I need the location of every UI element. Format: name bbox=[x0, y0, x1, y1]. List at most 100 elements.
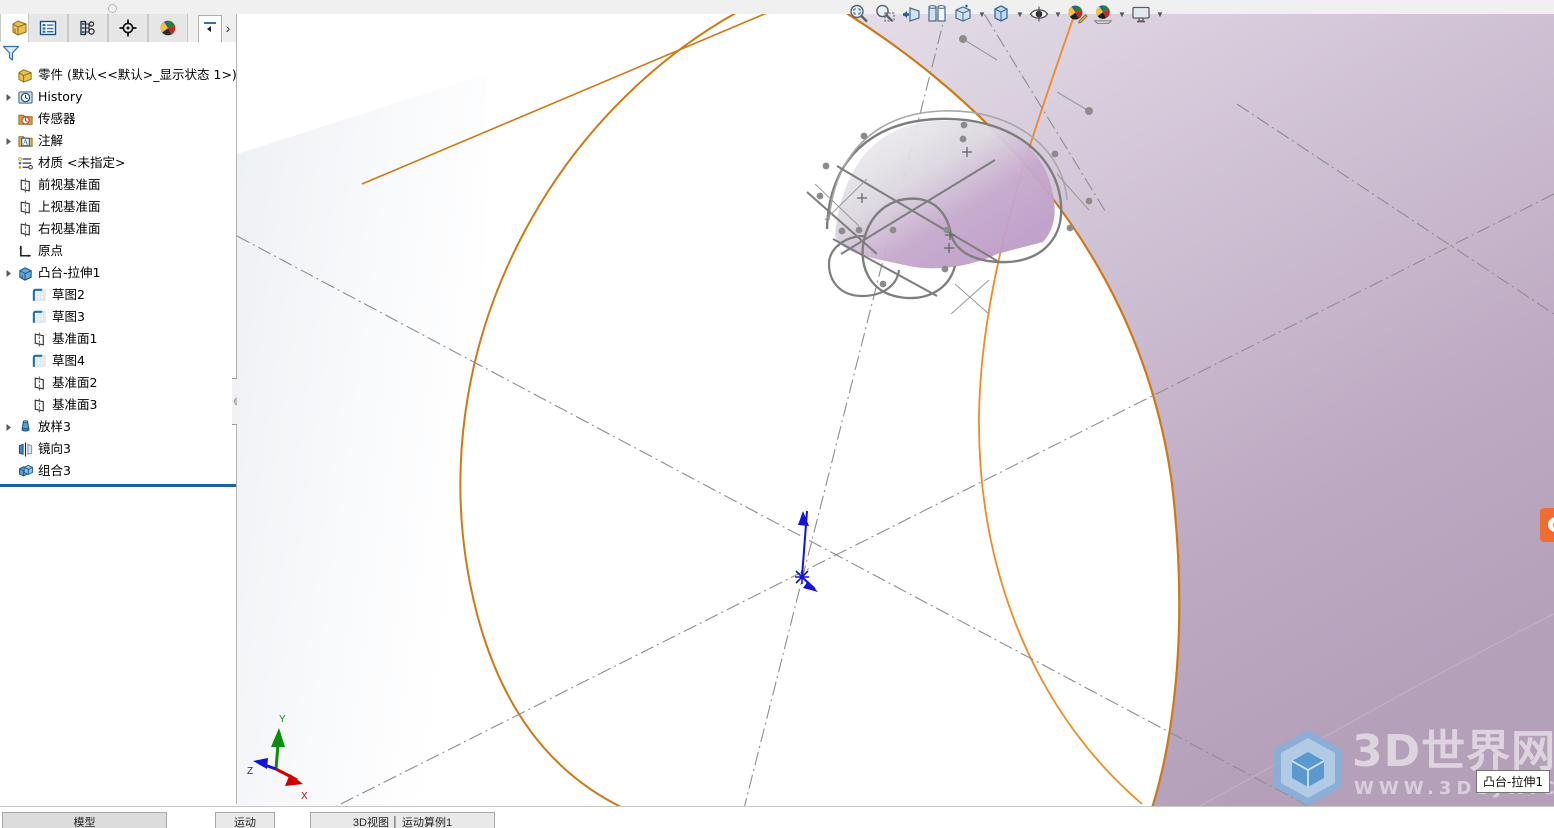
tree-arrow-placeholder bbox=[16, 350, 30, 372]
tree-item[interactable]: 基准面2 bbox=[0, 372, 236, 394]
boss-extrude-icon bbox=[16, 264, 34, 282]
tree-item[interactable]: History bbox=[0, 86, 236, 108]
tree-item-label: 基准面1 bbox=[52, 331, 98, 346]
edit-appearance-button[interactable] bbox=[1064, 1, 1090, 27]
property-manager-tab[interactable] bbox=[28, 14, 68, 42]
previous-view-icon bbox=[903, 7, 920, 22]
tree-item[interactable]: 组合3 bbox=[0, 460, 236, 482]
display-style-icon bbox=[994, 5, 1008, 22]
partial-edge-icon[interactable] bbox=[1540, 508, 1554, 542]
tab-3dviews[interactable]: 3D视图 │ 运动算例1 bbox=[310, 812, 495, 828]
property-list-icon bbox=[39, 20, 57, 36]
view-orientation-button[interactable] bbox=[950, 1, 976, 27]
tree-arrow-placeholder bbox=[16, 328, 30, 350]
view-heads-up-toolbar[interactable]: ▼ ▼ ▼ ▼ ▼ bbox=[846, 0, 1166, 28]
tree-item-label: 基准面3 bbox=[52, 397, 98, 412]
panel-tab-scroll-left-button[interactable] bbox=[198, 15, 222, 43]
section-view-icon bbox=[928, 5, 946, 22]
loft-icon bbox=[16, 418, 34, 436]
tree-item[interactable]: 镜向3 bbox=[0, 438, 236, 460]
plane-icon bbox=[30, 396, 48, 414]
tree-item-label: 草图2 bbox=[52, 287, 85, 302]
tree-item[interactable]: 上视基准面 bbox=[0, 196, 236, 218]
feature-tooltip: 凸台-拉伸1 bbox=[1476, 770, 1550, 793]
tree-item-label: 右视基准面 bbox=[38, 221, 101, 236]
tree-expand-arrow-icon[interactable] bbox=[2, 86, 16, 108]
tree-expand-arrow-icon[interactable] bbox=[2, 130, 16, 152]
apply-scene-caret[interactable]: ▼ bbox=[1116, 1, 1128, 27]
tree-item-label: History bbox=[38, 89, 83, 104]
tree-item[interactable]: 放样3 bbox=[0, 416, 236, 438]
display-style-button[interactable] bbox=[988, 1, 1014, 27]
tree-root-part[interactable]: 零件 (默认<<默认>_显示状态 1>) bbox=[0, 64, 236, 86]
viewport-monitor-icon bbox=[1132, 6, 1150, 23]
configuration-icon bbox=[80, 20, 95, 36]
collapse-dot-icon[interactable] bbox=[108, 4, 117, 13]
tree-root-label: 零件 (默认<<默认>_显示状态 1>) bbox=[38, 67, 236, 82]
tree-item[interactable]: 草图3 bbox=[0, 306, 236, 328]
feature-tree[interactable]: 零件 (默认<<默认>_显示状态 1>) History 传感器 A 注解材质 <未指… bbox=[0, 64, 236, 482]
zoom-to-area-button[interactable] bbox=[872, 1, 898, 27]
feature-filter-bar[interactable] bbox=[0, 42, 236, 65]
model-canvas: Y X Z bbox=[237, 14, 1554, 806]
previous-view-button[interactable] bbox=[898, 1, 924, 27]
tree-arrow-placeholder bbox=[2, 152, 16, 174]
tree-arrow-placeholder bbox=[2, 174, 16, 196]
tree-item-label: 凸台-拉伸1 bbox=[38, 265, 101, 280]
configuration-manager-tab[interactable] bbox=[68, 14, 108, 42]
hide-show-caret[interactable]: ▼ bbox=[1052, 1, 1064, 27]
tree-item[interactable]: 草图2 bbox=[0, 284, 236, 306]
tree-item[interactable]: 草图4 bbox=[0, 350, 236, 372]
combine-icon bbox=[16, 462, 34, 480]
tree-item-label: 草图4 bbox=[52, 353, 85, 368]
tree-expand-arrow-icon[interactable] bbox=[2, 416, 16, 438]
tab-motion[interactable]: 运动 bbox=[215, 812, 275, 828]
display-manager-tab[interactable] bbox=[148, 14, 188, 42]
tree-item[interactable]: 基准面3 bbox=[0, 394, 236, 416]
tree-item[interactable]: 材质 <未指定> bbox=[0, 152, 236, 174]
tab-model[interactable]: 模型 bbox=[2, 812, 167, 828]
tree-item[interactable]: 前视基准面 bbox=[0, 174, 236, 196]
section-view-button[interactable] bbox=[924, 1, 950, 27]
tree-arrow-placeholder bbox=[16, 306, 30, 328]
feature-tree-icon bbox=[12, 19, 27, 36]
tree-item[interactable]: 凸台-拉伸1 bbox=[0, 262, 236, 284]
tree-item-label: 镜向3 bbox=[38, 441, 71, 456]
material-icon bbox=[16, 154, 34, 172]
apply-scene-button[interactable] bbox=[1090, 1, 1116, 27]
bottom-divider bbox=[0, 806, 1554, 807]
dimxpert-manager-tab[interactable] bbox=[108, 14, 148, 42]
tree-item[interactable]: 原点 bbox=[0, 240, 236, 262]
chevron-left-icon bbox=[204, 22, 216, 32]
tree-item-label: 放样3 bbox=[38, 419, 71, 434]
view-orientation-caret[interactable]: ▼ bbox=[976, 1, 988, 27]
tree-arrow-placeholder bbox=[2, 218, 16, 240]
view-settings-2-button[interactable] bbox=[1128, 1, 1154, 27]
tree-item[interactable]: 传感器 bbox=[0, 108, 236, 130]
tree-item-label: 基准面2 bbox=[52, 375, 98, 390]
study-tab-bar[interactable]: 模型 运动 3D视图 │ 运动算例1 bbox=[0, 806, 1554, 828]
hide-show-eye-icon bbox=[1029, 6, 1049, 22]
feature-tree-empty-area bbox=[0, 487, 236, 804]
zoom-area-icon bbox=[876, 4, 895, 22]
triad-y-label: Y bbox=[279, 714, 286, 725]
tree-arrow-placeholder bbox=[2, 64, 16, 86]
graphics-viewport[interactable]: Y X Z bbox=[237, 14, 1554, 806]
sensor-icon bbox=[16, 110, 34, 128]
tree-expand-arrow-icon[interactable] bbox=[2, 262, 16, 284]
hide-show-items-button[interactable] bbox=[1026, 1, 1052, 27]
tree-item-label: 组合3 bbox=[38, 463, 71, 478]
tree-arrow-placeholder bbox=[2, 108, 16, 130]
tree-item[interactable]: 右视基准面 bbox=[0, 218, 236, 240]
display-palette-icon bbox=[160, 20, 176, 36]
tree-item[interactable]: A 注解 bbox=[0, 130, 236, 152]
zoom-to-fit-button[interactable] bbox=[846, 1, 872, 27]
tree-item-label: 材质 <未指定> bbox=[38, 155, 126, 170]
tree-item[interactable]: 基准面1 bbox=[0, 328, 236, 350]
plane-icon bbox=[16, 198, 34, 216]
tree-arrow-placeholder bbox=[16, 284, 30, 306]
display-style-caret[interactable]: ▼ bbox=[1014, 1, 1026, 27]
panel-tab-scroll-right-button[interactable]: › bbox=[220, 16, 236, 40]
plane-icon bbox=[30, 374, 48, 392]
view-settings-2-caret[interactable]: ▼ bbox=[1154, 1, 1166, 27]
